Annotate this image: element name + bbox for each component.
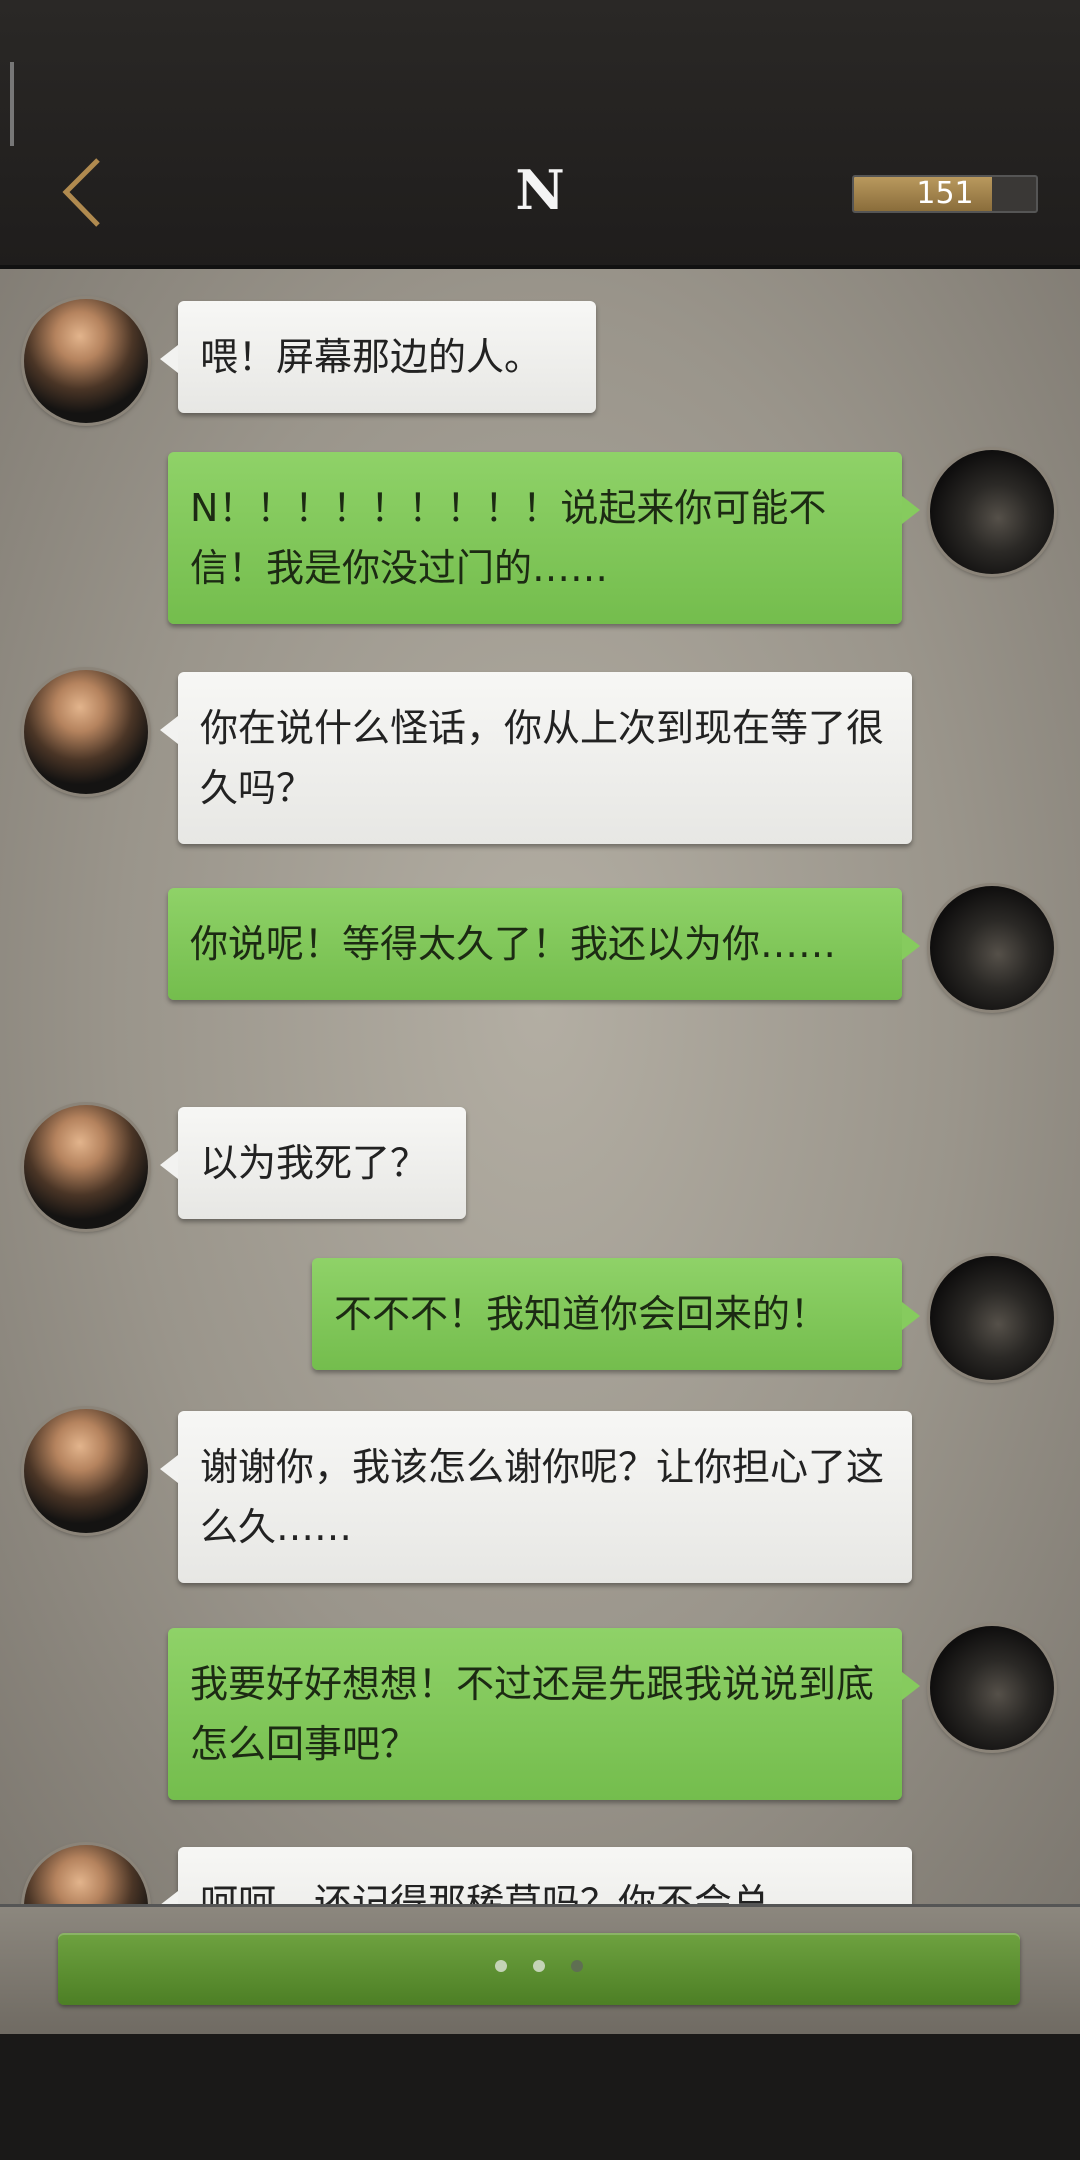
avatar-player[interactable]: [930, 450, 1054, 574]
dot: [571, 1960, 583, 1972]
message-bubble: 谢谢你，我该怎么谢你呢？让你担心了这么久……: [160, 1411, 912, 1583]
message-bubble: 你说呢！等得太久了！我还以为你……: [168, 888, 920, 1000]
status-indicator: [10, 62, 14, 146]
typing-dots-icon: [58, 1957, 1020, 1976]
message-text: 不不不！我知道你会回来的！: [334, 1292, 829, 1336]
avatar-npc[interactable]: [24, 1105, 148, 1229]
reply-button[interactable]: [58, 1933, 1020, 2005]
score-meter: 151: [852, 175, 1038, 213]
message-text: 呵呵，还记得那稀草吗？你不会总: [200, 1881, 771, 1904]
avatar-npc[interactable]: [24, 1845, 148, 1904]
avatar-npc[interactable]: [24, 670, 148, 794]
bottom-bar: [0, 2034, 1080, 2160]
message-bubble: 喂！屏幕那边的人。: [160, 301, 596, 413]
message-text: 谢谢你，我该怎么谢你呢？让你担心了这么久……: [200, 1445, 885, 1549]
message-text: 以为我死了？: [200, 1141, 429, 1185]
avatar-player[interactable]: [930, 1626, 1054, 1750]
message-text: 我要好好想想！不过还是先跟我说说到底怎么回事吧？: [190, 1662, 875, 1766]
avatar-npc[interactable]: [24, 1409, 148, 1533]
dot: [533, 1960, 545, 1972]
message-bubble: 我要好好想想！不过还是先跟我说说到底怎么回事吧？: [168, 1628, 920, 1800]
message-bubble: N！！！！！！！！！说起来你可能不信！我是你没过门的……: [168, 452, 920, 624]
message-text: 你在说什么怪话，你从上次到现在等了很久吗？: [200, 706, 885, 810]
message-bubble: 呵呵，还记得那稀草吗？你不会总: [160, 1847, 912, 1904]
chat-area[interactable]: 喂！屏幕那边的人。 N！！！！！！！！！说起来你可能不信！我是你没过门的…… 你…: [0, 269, 1080, 1904]
message-text: N！！！！！！！！！说起来你可能不信！我是你没过门的……: [190, 486, 827, 590]
avatar-player[interactable]: [930, 1256, 1054, 1380]
reply-panel: [0, 1904, 1080, 2037]
top-bar: N 151: [0, 0, 1080, 269]
message-text: 喂！屏幕那边的人。: [200, 335, 543, 379]
score-value: 151: [916, 176, 974, 211]
dot: [495, 1960, 507, 1972]
message-bubble: 以为我死了？: [160, 1107, 466, 1219]
message-text: 你说呢！等得太久了！我还以为你……: [190, 922, 837, 966]
message-bubble: 你在说什么怪话，你从上次到现在等了很久吗？: [160, 672, 912, 844]
message-bubble: 不不不！我知道你会回来的！: [312, 1258, 920, 1370]
avatar-npc[interactable]: [24, 299, 148, 423]
avatar-player[interactable]: [930, 886, 1054, 1010]
